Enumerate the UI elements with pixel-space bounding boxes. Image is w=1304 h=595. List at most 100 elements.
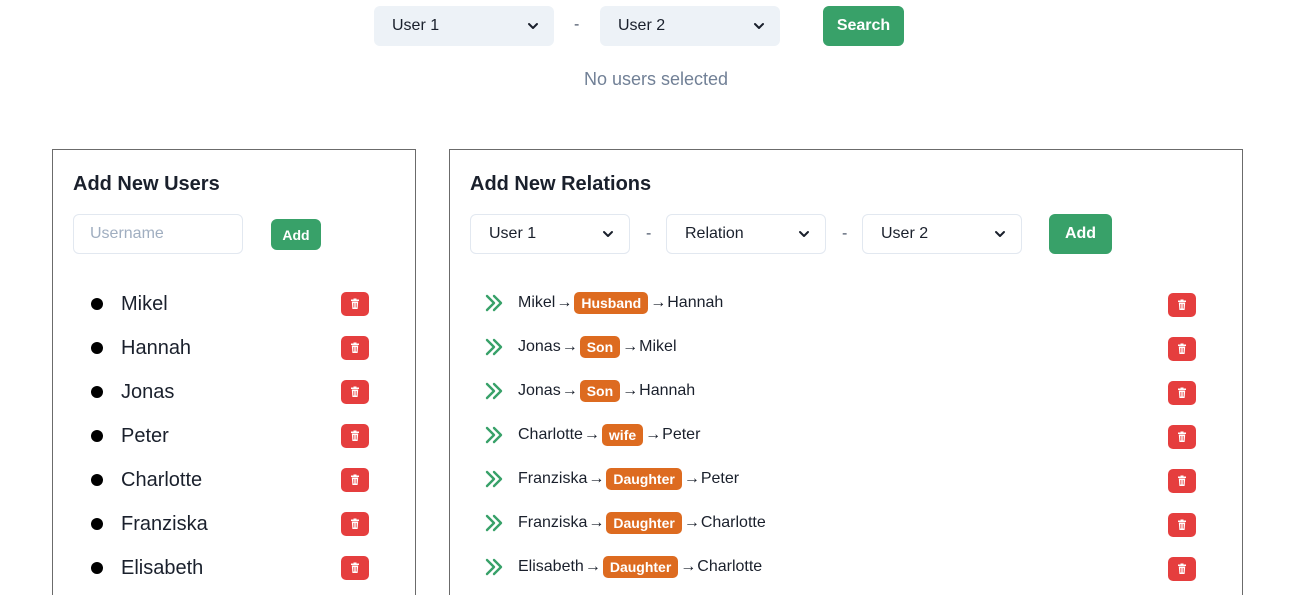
delete-user-button[interactable] — [341, 468, 369, 492]
relation-text: Charlotte → wife → Peter — [518, 421, 700, 449]
double-chevron-right-icon — [484, 381, 504, 401]
trash-icon — [1176, 299, 1188, 311]
relation-to: Peter — [700, 470, 740, 487]
user-name: Jonas — [121, 381, 175, 403]
relation-from: Jonas — [518, 338, 561, 355]
delete-relation-button[interactable] — [1168, 469, 1196, 493]
relation-from: Elisabeth — [518, 558, 584, 575]
delete-relation-button[interactable] — [1168, 337, 1196, 361]
delete-relation-button[interactable] — [1168, 425, 1196, 449]
double-chevron-right-icon — [484, 469, 504, 489]
trash-icon — [349, 474, 361, 486]
relation-badge: Daughter — [606, 512, 682, 534]
arrow-right-icon: → — [556, 294, 573, 311]
bullet — [91, 474, 103, 486]
relation-text: Franziska → Daughter → Charlotte — [518, 509, 766, 537]
relation-badge: Son — [579, 336, 621, 358]
user-list-item: Jonas — [53, 374, 423, 418]
user-name: Charlotte — [121, 469, 203, 491]
trash-icon — [349, 562, 361, 574]
trash-icon — [1176, 431, 1188, 443]
relation-user2-select[interactable]: User 2 — [862, 214, 1022, 254]
chevron-down-icon — [797, 227, 811, 241]
username-input[interactable]: Username — [73, 214, 243, 254]
add-relation-button[interactable]: Add — [1049, 214, 1112, 254]
trash-icon — [349, 430, 361, 442]
delete-relation-button[interactable] — [1168, 381, 1196, 405]
double-chevron-right-icon — [484, 425, 504, 445]
relation-from: Charlotte — [518, 426, 583, 443]
arrow-right-icon: → — [645, 426, 662, 443]
search-user2-select[interactable]: User 2 — [600, 6, 780, 46]
relation-list-item: Elisabeth → Daughter → Charlotte — [450, 553, 1240, 595]
user-list-item: Charlotte — [53, 462, 423, 506]
relation-list-item: Franziska → Daughter → Peter — [450, 465, 1240, 509]
user-name: Franziska — [121, 513, 208, 535]
relation-separator-2: - — [842, 225, 848, 242]
relation-user1-select-value: User 1 — [489, 225, 537, 242]
chevron-down-icon — [601, 227, 615, 241]
relation-text: Elisabeth → Daughter → Charlotte — [518, 553, 762, 581]
delete-user-button[interactable] — [341, 292, 369, 316]
search-button[interactable]: Search — [823, 6, 904, 46]
trash-icon — [349, 518, 361, 530]
relation-user1-select[interactable]: User 1 — [470, 214, 630, 254]
relation-list-item: Jonas → Son → Mikel — [450, 333, 1240, 377]
add-users-title: Add New Users — [73, 173, 220, 195]
double-chevron-right-icon — [484, 513, 504, 533]
selection-status: No users selected — [583, 69, 729, 89]
relation-text: Jonas → Son → Mikel — [518, 333, 677, 361]
relation-list-item: Jonas → Son → Hannah — [450, 377, 1240, 421]
bullet — [91, 430, 103, 442]
double-chevron-right-icon — [484, 293, 504, 313]
delete-user-button[interactable] — [341, 556, 369, 580]
bullet — [91, 386, 103, 398]
relation-badge: wife — [601, 424, 644, 446]
chevron-down-icon — [993, 227, 1007, 241]
arrow-right-icon: → — [650, 294, 667, 311]
user-name: Hannah — [121, 337, 192, 359]
add-users-panel: Add New Users Username Add Mikel Hannah Jo… — [52, 149, 416, 595]
arrow-right-icon: → — [588, 470, 605, 487]
relation-from: Mikel — [518, 294, 556, 311]
relation-separator-1: - — [646, 225, 652, 242]
bullet — [91, 562, 103, 574]
relation-to: Mikel — [639, 338, 677, 355]
trash-icon — [1176, 519, 1188, 531]
double-chevron-right-icon — [484, 557, 504, 577]
search-user1-select[interactable]: User 1 — [374, 6, 554, 46]
user-name: Peter — [121, 425, 169, 447]
relation-from: Jonas — [518, 382, 561, 399]
arrow-right-icon: → — [622, 382, 639, 399]
delete-user-button[interactable] — [341, 380, 369, 404]
delete-user-button[interactable] — [341, 424, 369, 448]
search-user1-select-value: User 1 — [392, 17, 440, 34]
relation-to: Hannah — [667, 294, 724, 311]
bullet — [91, 342, 103, 354]
relation-type-select[interactable]: Relation — [666, 214, 826, 254]
arrow-right-icon: → — [588, 514, 605, 531]
relation-from: Franziska — [518, 514, 588, 531]
delete-relation-button[interactable] — [1168, 293, 1196, 317]
arrow-right-icon: → — [683, 514, 700, 531]
relation-from: Franziska — [518, 470, 588, 487]
user-name: Elisabeth — [121, 557, 204, 579]
bullet — [91, 518, 103, 530]
delete-user-button[interactable] — [341, 336, 369, 360]
relation-to: Charlotte — [700, 514, 766, 531]
user-list-item: Hannah — [53, 330, 423, 374]
search-separator: - — [574, 16, 580, 33]
arrow-right-icon: → — [583, 426, 600, 443]
relation-text: Franziska → Daughter → Peter — [518, 465, 739, 493]
delete-user-button[interactable] — [341, 512, 369, 536]
trash-icon — [1176, 343, 1188, 355]
delete-relation-button[interactable] — [1168, 513, 1196, 537]
search-user2-select-value: User 2 — [618, 17, 666, 34]
relation-text: Mikel → Husband → Hannah — [518, 289, 723, 317]
add-user-button[interactable]: Add — [271, 219, 321, 250]
user-list-item: Franziska — [53, 506, 423, 550]
arrow-right-icon: → — [683, 470, 700, 487]
user-list-item: Mikel — [53, 286, 423, 330]
delete-relation-button[interactable] — [1168, 557, 1196, 581]
user-name: Mikel — [121, 293, 168, 315]
